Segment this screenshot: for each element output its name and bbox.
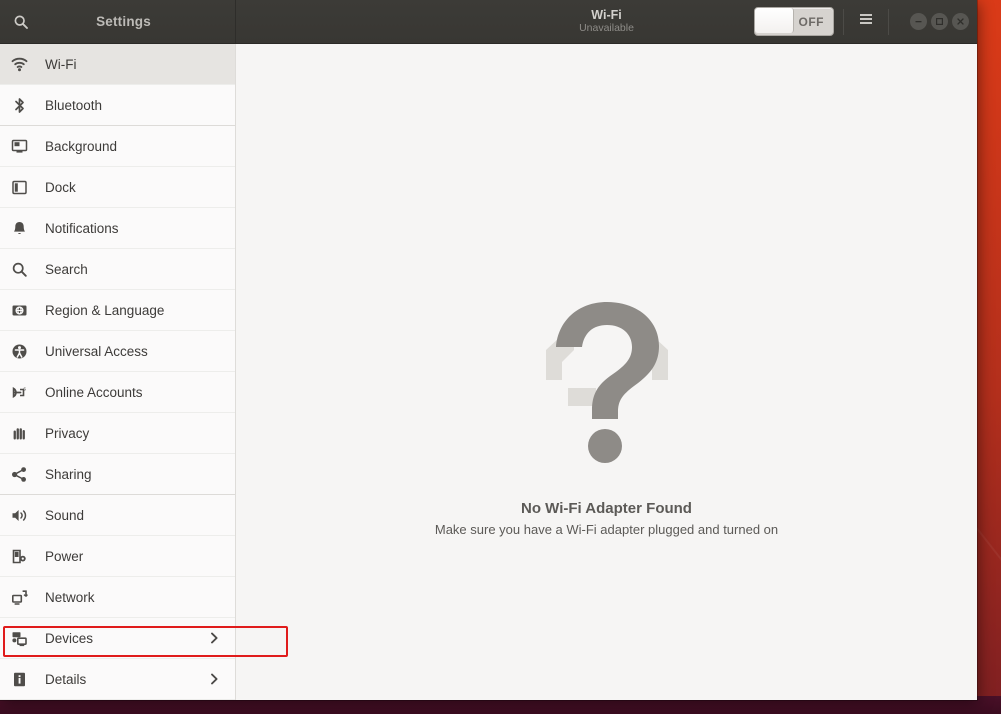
empty-state-title: No Wi-Fi Adapter Found (521, 500, 692, 517)
sidebar-item-sound[interactable]: Sound (0, 495, 235, 536)
hamburger-menu-icon (858, 12, 874, 31)
search-icon (11, 261, 37, 278)
sidebar-item-label: Network (45, 589, 95, 605)
sidebar-item-network[interactable]: Network (0, 577, 235, 618)
sidebar-item-label: Universal Access (45, 343, 148, 359)
network-icon (11, 589, 37, 606)
sidebar-item-sharing[interactable]: Sharing (0, 454, 235, 495)
empty-state-subtitle: Make sure you have a Wi-Fi adapter plugg… (434, 522, 779, 537)
bluetooth-icon (11, 97, 37, 114)
sidebar-item-label: Bluetooth (45, 97, 103, 113)
sidebar-item-label: Devices (45, 630, 94, 646)
wifi-toggle-switch[interactable]: OFF (754, 7, 834, 36)
settings-window: Settings Wi-Fi Unavailable OFF Wi-Fi Blu… (0, 0, 977, 700)
sidebar-item-label: Sharing (45, 466, 92, 482)
sidebar-item-search[interactable]: Search (0, 249, 235, 290)
bell-icon (11, 220, 37, 237)
sidebar-item-online-accounts[interactable]: s Online Accounts (0, 372, 235, 413)
sidebar-item-label: Details (45, 671, 87, 687)
window-body: Wi-Fi Bluetooth Background Dock Notifica… (0, 44, 977, 700)
dock-icon (11, 179, 37, 196)
sidebar-item-label: Sound (45, 507, 85, 523)
sidebar-item-label: Online Accounts (45, 384, 143, 400)
sidebar-item-label: Background (45, 138, 118, 154)
sidebar-item-devices[interactable]: Devices (0, 618, 235, 659)
close-button[interactable] (952, 13, 969, 30)
power-icon (11, 548, 37, 565)
toggle-knob (755, 8, 794, 33)
sidebar-item-notifications[interactable]: Notifications (0, 208, 235, 249)
sound-icon (11, 507, 37, 524)
search-icon (13, 14, 29, 30)
main-content-panel: No Wi-Fi Adapter Found Make sure you hav… (236, 44, 977, 700)
app-title: Settings (96, 14, 151, 29)
privacy-hand-icon (11, 425, 37, 442)
sidebar-item-power[interactable]: Power (0, 536, 235, 577)
panel-subtitle: Unavailable (579, 22, 634, 34)
titlebar-controls: OFF (754, 0, 977, 43)
online-accounts-icon: s (11, 384, 37, 401)
sidebar-item-label: Search (45, 261, 88, 277)
window-titlebar: Settings Wi-Fi Unavailable OFF (0, 0, 977, 44)
sidebar-item-universal-access[interactable]: Universal Access (0, 331, 235, 372)
sidebar-item-label: Wi-Fi (45, 56, 77, 72)
sidebar-item-label: Region & Language (45, 302, 165, 318)
question-mark-icon (512, 288, 702, 478)
settings-sidebar: Wi-Fi Bluetooth Background Dock Notifica… (0, 44, 236, 700)
sidebar-item-bluetooth[interactable]: Bluetooth (0, 85, 235, 126)
toggle-label: OFF (798, 14, 824, 29)
details-info-icon (11, 671, 37, 688)
panel-title: Wi-Fi (591, 8, 622, 22)
universal-access-icon (11, 343, 37, 360)
svg-text:s: s (23, 386, 26, 392)
titlebar-left-section: Settings (0, 0, 236, 43)
sidebar-item-label: Dock (45, 179, 76, 195)
sidebar-item-wi-fi[interactable]: Wi-Fi (0, 44, 235, 85)
sidebar-item-label: Notifications (45, 220, 119, 236)
sidebar-item-privacy[interactable]: Privacy (0, 413, 235, 454)
titlebar-right-section: Wi-Fi Unavailable OFF (236, 0, 977, 43)
sidebar-item-region-language[interactable]: Region & Language (0, 290, 235, 331)
titlebar-divider (843, 8, 844, 35)
sidebar-item-label: Privacy (45, 425, 90, 441)
window-buttons (910, 13, 969, 30)
sharing-icon (11, 466, 37, 483)
chevron-right-icon (207, 672, 221, 686)
maximize-icon (935, 17, 944, 26)
sidebar-item-label: Power (45, 548, 84, 564)
sidebar-item-background[interactable]: Background (0, 126, 235, 167)
wifi-icon (11, 56, 37, 73)
sidebar-item-details[interactable]: Details (0, 659, 235, 700)
region-language-icon (11, 302, 37, 319)
maximize-button[interactable] (931, 13, 948, 30)
close-icon (956, 17, 965, 26)
minimize-icon (914, 17, 923, 26)
chevron-right-icon (207, 631, 221, 645)
background-icon (11, 138, 37, 155)
titlebar-divider (888, 8, 889, 35)
devices-icon (11, 630, 37, 647)
minimize-button[interactable] (910, 13, 927, 30)
sidebar-item-dock[interactable]: Dock (0, 167, 235, 208)
search-button[interactable] (0, 0, 42, 43)
menu-button[interactable] (853, 8, 879, 35)
